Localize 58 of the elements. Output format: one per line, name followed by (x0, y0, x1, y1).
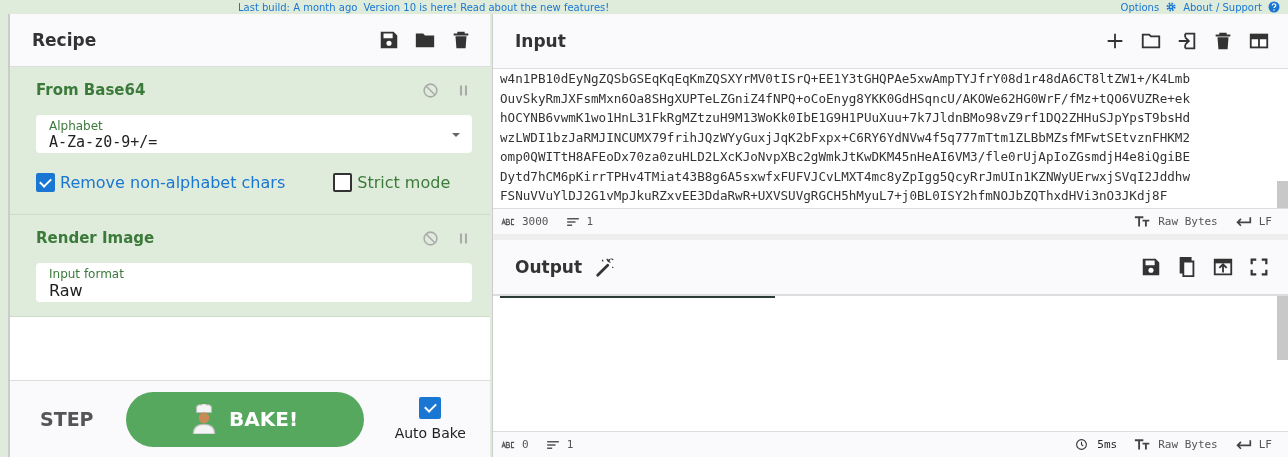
eol-label[interactable]: LF (1258, 215, 1272, 228)
replace-input-icon[interactable] (1212, 256, 1234, 278)
about-link[interactable]: About / Support (1183, 1, 1262, 13)
eol-label[interactable]: LF (1258, 438, 1272, 451)
save-icon[interactable] (378, 29, 400, 51)
fullscreen-icon[interactable] (1248, 256, 1270, 278)
text-line: OuvSkyRmJXFsmMxn6Oa8SHgXUPTeLZGniZ4fNPQ+oCoEnyg8YKK0GdHSqncU/AKOWe62HG0WrF/fMz+tQO6VUZRe+ek (500, 89, 1191, 108)
text-format-icon[interactable] (1134, 438, 1152, 451)
caret-icon (452, 133, 460, 137)
settings-icon[interactable] (1165, 1, 1178, 13)
return-icon[interactable] (1234, 215, 1252, 228)
text-line: FSNuVVuYlDJ2G1vMpJkuRZxvEE3DdaRwR+UXVSUVgRGCH5hMyuL7+j0BL0ISY2hfmNOJbZQThxdHVi3nO3JKdj8F (500, 187, 1169, 205)
character-count: 0 (522, 438, 529, 451)
line-count: 1 (586, 215, 594, 228)
text-line: Dytd7hCM6pKirrTPHv4TMiat43B8g6A5sxwfxFUFVJCvLMXT4mc8yZpIgg5QcyRrJmUIn1KZNWyUErwxjSVqI2Jddhw (500, 167, 1191, 186)
save-icon[interactable] (1140, 256, 1162, 278)
characters-icon (501, 439, 515, 450)
text-line: hOCYNB6vwmK1wo1HnL31FkRgMZtzuH9M13WoKk0IbE1G9H1PUuXuu+7k7JldnBMo98vZ9rf1DQ2ZHHuSJpYpsT9bsHd (500, 109, 1191, 127)
step-button[interactable]: STEP (36, 400, 98, 438)
dropdown-field[interactable]: Alphabet A-Za-z0-9+/= (36, 115, 472, 153)
panel-title: Output (515, 257, 583, 277)
checkbox[interactable] (333, 173, 353, 192)
checkbox[interactable] (36, 173, 55, 192)
text-line: w4n1PB10dEyNgZQSbGSEqKqEqKmZQSXYrMV0tISrQ+EE1Y3tGHQPAe5xwAmpTYJfrY08d1r48dA6CT8ltZW1+/K4Lmb (500, 70, 1191, 88)
input-field[interactable]: Input format Raw (36, 263, 472, 302)
chef-icon (191, 404, 218, 434)
build-info-text: Last build: A month ago (238, 1, 358, 13)
scrollbar-thumb[interactable] (1277, 296, 1288, 360)
import-icon[interactable] (1176, 30, 1198, 52)
operation-title: Render Image (36, 229, 155, 247)
encoding-label[interactable]: Raw Bytes (1158, 438, 1218, 451)
checkbox-label: Remove non-alphabet chars (60, 173, 286, 192)
return-icon[interactable] (1234, 438, 1252, 451)
checkbox[interactable] (419, 397, 442, 419)
character-count: 3000 (522, 215, 549, 228)
field-label: Alphabet (49, 119, 104, 133)
characters-icon (501, 216, 515, 227)
options-link[interactable]: Options (1120, 1, 1160, 13)
field-value: Raw (49, 281, 84, 300)
field-label: Input format (49, 267, 125, 281)
lines-icon (565, 216, 580, 227)
checkbox-label: Strict mode (357, 173, 451, 192)
operation-title: From Base64 (36, 81, 146, 99)
version-link[interactable]: Version 10 is here! Read about the new features! (363, 1, 610, 13)
text-format-icon[interactable] (1134, 215, 1152, 228)
checkbox-label: Auto Bake (394, 425, 466, 441)
bake-time: 5ms (1097, 438, 1118, 451)
field-value: A-Za-z0-9+/= (49, 133, 159, 151)
help-icon[interactable] (1268, 1, 1280, 13)
panel-title: Input (515, 31, 566, 51)
lines-icon (545, 439, 560, 450)
text-line: wzLWDI1bzJaRMJINCUMX79frihJQzWYyGuxjJqK2bFxpx+C6RY6YdNVw4f5q777mTtm1ZLBbMZsfMFwtSEtvznFHKM2 (500, 128, 1191, 147)
line-count: 1 (566, 438, 574, 451)
encoding-label[interactable]: Raw Bytes (1158, 215, 1218, 228)
scrollbar-thumb[interactable] (1277, 181, 1288, 208)
text-line: omp0QWITtH8AFEoDx70za0zuHLD2LXcKJoNvpXBc2gWmkJtKwDKM45nHeAI6VM3/fle0rUjApIoZGsmdjH4e8iQgiBE (500, 148, 1191, 166)
magic-wand-icon[interactable] (594, 256, 617, 278)
panel-title: Recipe (32, 30, 97, 50)
